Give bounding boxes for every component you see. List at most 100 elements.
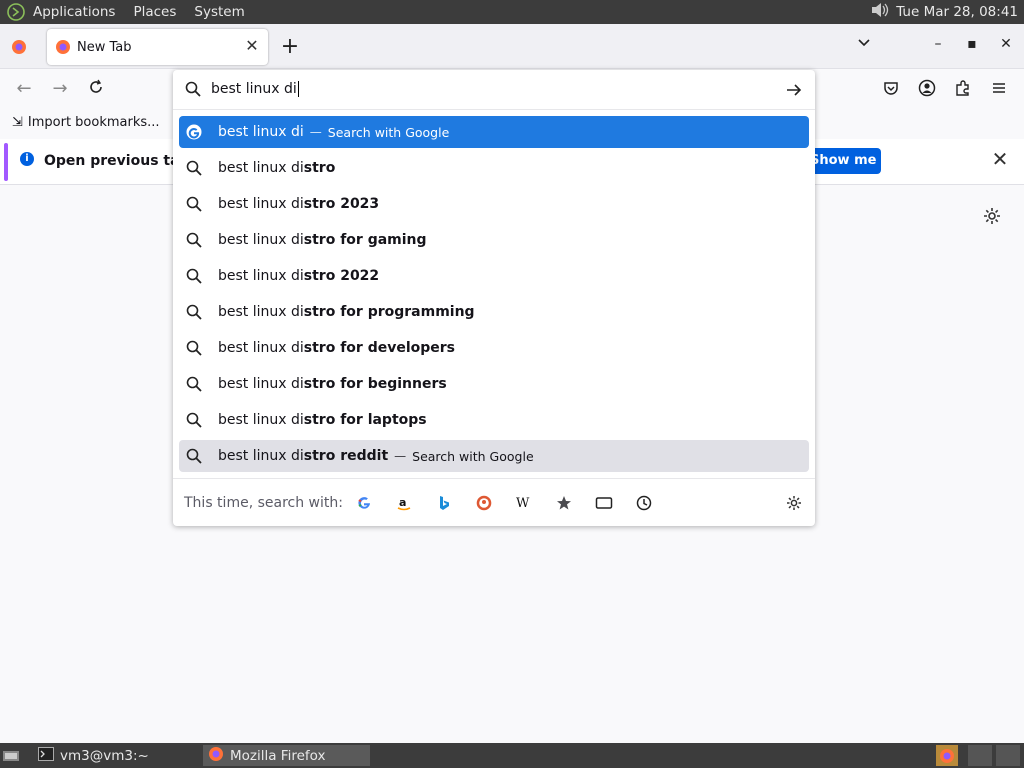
firefox-favicon-icon [55,39,71,55]
result-completion-text: stro for developers [303,340,455,356]
duckduckgo-icon[interactable] [475,494,493,512]
pocket-icon[interactable] [882,79,902,99]
urlbar-result-row[interactable]: best linux di stro for beginners [179,368,809,400]
firefox-taskbar-label: Mozilla Firefox [230,747,326,764]
search-icon [186,376,202,392]
urlbar-result-row[interactable]: best linux di stro 2022 [179,260,809,292]
reload-icon[interactable] [86,79,106,99]
urlbar-input[interactable]: best linux di [211,81,299,97]
search-icon [186,340,202,356]
result-completion-text: stro 2023 [303,196,380,212]
go-arrow-icon[interactable] [785,81,803,99]
workspace-2[interactable] [968,745,992,766]
result-action-text: Search with Google [327,124,450,140]
result-completion-text: stro for beginners [303,376,447,392]
menu-places[interactable]: Places [133,4,176,20]
history-clock-icon[interactable] [635,494,653,512]
result-completion-text: stro [303,160,336,176]
urlbar-dropdown: best linux di best linux di — Search with … [173,70,815,526]
urlbar-input-row[interactable]: best linux di [173,70,815,110]
import-icon: ⇲ [12,115,23,130]
tab-strip: New Tab ✕ + – ▪ ✕ [0,24,1024,69]
taskbar-terminal[interactable]: vm3@vm3:~ [38,745,198,766]
list-all-tabs-chevron-icon[interactable] [854,36,874,54]
result-completion-text: stro for gaming [303,232,427,248]
search-icon [186,232,202,248]
system-top-panel: Applications Places System Tue Mar 28, 0… [0,0,1024,24]
search-icon [186,160,202,176]
account-icon[interactable] [918,79,938,99]
clock[interactable]: Tue Mar 28, 08:41 [896,4,1018,20]
urlbar-result-row[interactable]: best linux di stro reddit — Search with Goo… [179,440,809,472]
urlbar-result-row[interactable]: best linux di stro for programming [179,296,809,328]
result-typed-text: best linux di [218,376,304,392]
bottom-taskbar: vm3@vm3:~ Mozilla Firefox [0,743,1024,768]
result-typed-text: best linux di [218,160,304,176]
urlbar-result-row[interactable]: best linux di — Search with Google [179,116,809,148]
tab-new-tab[interactable]: New Tab ✕ [47,29,268,65]
volume-icon[interactable] [870,2,890,22]
hamburger-menu-icon[interactable] [990,79,1010,99]
svg-text:a: a [399,496,406,509]
search-icon [186,304,202,320]
page-settings-gear-icon[interactable] [983,207,1003,227]
search-icon [186,196,202,212]
firefox-view-icon[interactable] [11,39,27,55]
back-arrow-icon[interactable]: ← [14,79,34,99]
google-icon [186,124,202,140]
search-icon [186,448,202,464]
minimize-icon[interactable]: – [928,36,948,52]
result-typed-text: best linux di [218,124,304,140]
maximize-icon[interactable]: ▪ [962,36,982,52]
search-icon [186,268,202,284]
urlbar-result-row[interactable]: best linux di stro for gaming [179,224,809,256]
result-typed-text: best linux di [218,268,304,284]
taskbar-firefox[interactable]: Mozilla Firefox [203,745,370,766]
firefox-taskbar-icon [208,746,224,766]
result-typed-text: best linux di [218,304,304,320]
terminal-icon [38,746,54,765]
new-tab-button[interactable]: + [280,36,300,58]
import-bookmarks-label: Import bookmarks... [27,115,160,130]
info-icon: i [20,152,34,166]
result-typed-text: best linux di [218,412,304,428]
wikipedia-icon[interactable]: W [515,494,533,512]
workspace-3[interactable] [996,745,1020,766]
bookmarks-star-icon[interactable] [555,494,573,512]
extensions-icon[interactable] [954,79,974,99]
result-typed-text: best linux di [218,448,304,464]
workspace-firefox-icon[interactable] [936,745,958,766]
distro-logo-icon[interactable] [5,1,27,23]
result-completion-text: stro 2022 [303,268,380,284]
show-desktop-icon[interactable] [2,745,22,766]
menu-system[interactable]: System [194,4,244,20]
search-icon [185,81,201,97]
google-icon[interactable] [355,494,373,512]
close-tab-icon[interactable]: ✕ [244,38,260,54]
window-close-icon[interactable]: ✕ [996,36,1016,52]
urlbar-result-row[interactable]: best linux di stro 2023 [179,188,809,220]
urlbar-result-row[interactable]: best linux di stro for laptops [179,404,809,436]
result-typed-text: best linux di [218,196,304,212]
tabs-icon[interactable] [595,494,613,512]
import-bookmarks-button[interactable]: ⇲ Import bookmarks... [12,115,160,130]
tab-title: New Tab [77,39,132,55]
one-off-search-bar: This time, search with: a W [173,478,815,526]
menu-applications[interactable]: Applications [33,4,115,20]
result-separator: — [394,449,407,463]
urlbar-result-row[interactable]: best linux di stro [179,152,809,184]
amazon-icon[interactable]: a [395,494,413,512]
terminal-label: vm3@vm3:~ [60,747,149,764]
result-separator: — [309,125,322,139]
result-completion-text: stro for programming [303,304,475,320]
notification-accent [4,143,8,181]
result-typed-text: best linux di [218,232,304,248]
search-settings-gear-icon[interactable] [785,494,803,512]
text-caret [297,81,299,97]
result-action-text: Search with Google [412,448,534,464]
bing-icon[interactable] [435,494,453,512]
close-notification-icon[interactable]: ✕ [990,149,1010,169]
forward-arrow-icon[interactable]: → [50,79,70,99]
svg-text:W: W [516,496,530,511]
urlbar-result-row[interactable]: best linux di stro for developers [179,332,809,364]
